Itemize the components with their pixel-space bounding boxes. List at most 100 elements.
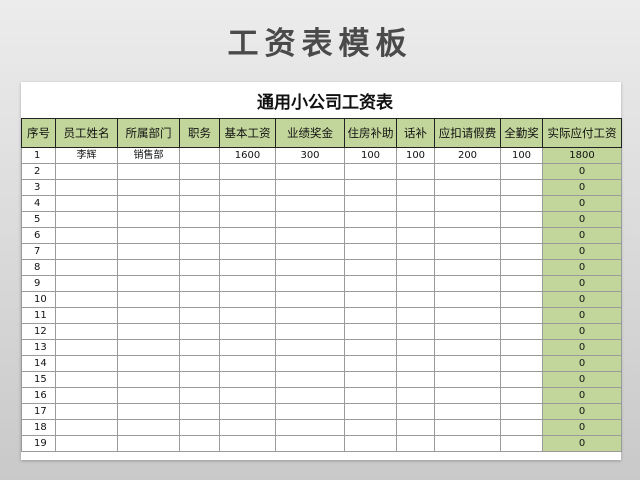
table-cell[interactable] bbox=[500, 387, 543, 404]
total-pay-cell[interactable]: 0 bbox=[542, 179, 622, 196]
table-cell[interactable] bbox=[219, 323, 276, 340]
table-cell[interactable] bbox=[117, 403, 180, 420]
table-cell[interactable] bbox=[396, 275, 435, 292]
table-cell[interactable] bbox=[500, 323, 543, 340]
table-cell[interactable] bbox=[55, 387, 118, 404]
table-cell[interactable] bbox=[55, 195, 118, 212]
table-cell[interactable] bbox=[55, 179, 118, 196]
table-cell[interactable] bbox=[117, 387, 180, 404]
table-cell[interactable] bbox=[434, 323, 501, 340]
table-cell[interactable] bbox=[434, 339, 501, 356]
table-cell[interactable] bbox=[117, 355, 180, 372]
table-cell[interactable] bbox=[219, 339, 276, 356]
table-cell[interactable] bbox=[396, 371, 435, 388]
table-cell[interactable] bbox=[179, 243, 220, 260]
row-number-cell[interactable]: 15 bbox=[21, 371, 56, 388]
table-cell[interactable] bbox=[219, 243, 276, 260]
table-cell[interactable] bbox=[344, 275, 397, 292]
table-cell[interactable] bbox=[396, 211, 435, 228]
total-pay-cell[interactable]: 0 bbox=[542, 323, 622, 340]
table-cell[interactable] bbox=[344, 163, 397, 180]
total-pay-cell[interactable]: 0 bbox=[542, 419, 622, 436]
table-cell[interactable] bbox=[344, 307, 397, 324]
total-pay-cell[interactable]: 0 bbox=[542, 275, 622, 292]
table-cell[interactable] bbox=[434, 435, 501, 452]
table-cell[interactable] bbox=[117, 435, 180, 452]
total-pay-cell[interactable]: 0 bbox=[542, 227, 622, 244]
row-number-cell[interactable]: 13 bbox=[21, 339, 56, 356]
table-cell[interactable] bbox=[344, 339, 397, 356]
table-cell[interactable] bbox=[179, 307, 220, 324]
row-number-cell[interactable]: 9 bbox=[21, 275, 56, 292]
table-cell[interactable] bbox=[55, 275, 118, 292]
table-cell[interactable] bbox=[396, 435, 435, 452]
table-cell[interactable] bbox=[275, 371, 345, 388]
table-cell[interactable] bbox=[179, 195, 220, 212]
table-cell[interactable] bbox=[55, 355, 118, 372]
table-cell[interactable] bbox=[55, 419, 118, 436]
total-pay-cell[interactable]: 0 bbox=[542, 163, 622, 180]
table-cell[interactable] bbox=[179, 355, 220, 372]
table-cell[interactable] bbox=[219, 435, 276, 452]
column-header[interactable]: 实际应付工资 bbox=[542, 118, 622, 148]
column-header[interactable]: 序号 bbox=[21, 118, 56, 148]
table-cell[interactable] bbox=[344, 211, 397, 228]
table-cell[interactable] bbox=[344, 227, 397, 244]
table-cell[interactable] bbox=[500, 355, 543, 372]
table-cell[interactable]: 李辉 bbox=[55, 147, 118, 164]
table-cell[interactable] bbox=[117, 243, 180, 260]
table-cell[interactable] bbox=[344, 243, 397, 260]
table-cell[interactable]: 100 bbox=[396, 147, 435, 164]
table-cell[interactable] bbox=[179, 403, 220, 420]
table-cell[interactable] bbox=[219, 163, 276, 180]
table-cell[interactable] bbox=[434, 259, 501, 276]
row-number-cell[interactable]: 18 bbox=[21, 419, 56, 436]
table-cell[interactable] bbox=[117, 163, 180, 180]
table-cell[interactable] bbox=[396, 259, 435, 276]
table-cell[interactable] bbox=[344, 323, 397, 340]
total-pay-cell[interactable]: 0 bbox=[542, 435, 622, 452]
table-cell[interactable]: 200 bbox=[434, 147, 501, 164]
table-cell[interactable] bbox=[55, 243, 118, 260]
table-cell[interactable] bbox=[117, 371, 180, 388]
table-cell[interactable] bbox=[219, 195, 276, 212]
table-cell[interactable] bbox=[55, 291, 118, 308]
column-header[interactable]: 住房补助 bbox=[344, 118, 397, 148]
table-cell[interactable] bbox=[500, 227, 543, 244]
table-cell[interactable] bbox=[55, 259, 118, 276]
table-cell[interactable] bbox=[434, 291, 501, 308]
table-cell[interactable] bbox=[500, 419, 543, 436]
table-cell[interactable] bbox=[55, 227, 118, 244]
table-cell[interactable] bbox=[434, 307, 501, 324]
table-cell[interactable] bbox=[179, 227, 220, 244]
table-cell[interactable] bbox=[344, 259, 397, 276]
table-cell[interactable] bbox=[434, 371, 501, 388]
row-number-cell[interactable]: 3 bbox=[21, 179, 56, 196]
table-cell[interactable] bbox=[275, 243, 345, 260]
row-number-cell[interactable]: 14 bbox=[21, 355, 56, 372]
table-cell[interactable] bbox=[500, 307, 543, 324]
table-cell[interactable] bbox=[344, 419, 397, 436]
table-cell[interactable] bbox=[344, 179, 397, 196]
table-cell[interactable] bbox=[275, 195, 345, 212]
total-pay-cell[interactable]: 0 bbox=[542, 307, 622, 324]
column-header[interactable]: 应扣请假费 bbox=[434, 118, 501, 148]
table-cell[interactable] bbox=[55, 339, 118, 356]
table-cell[interactable] bbox=[434, 211, 501, 228]
table-cell[interactable] bbox=[219, 419, 276, 436]
table-cell[interactable] bbox=[55, 403, 118, 420]
table-cell[interactable] bbox=[396, 387, 435, 404]
table-cell[interactable] bbox=[117, 307, 180, 324]
row-number-cell[interactable]: 1 bbox=[21, 147, 56, 164]
table-cell[interactable] bbox=[179, 419, 220, 436]
column-header[interactable]: 全勤奖 bbox=[500, 118, 543, 148]
table-cell[interactable] bbox=[117, 259, 180, 276]
total-pay-cell[interactable]: 0 bbox=[542, 371, 622, 388]
table-cell[interactable] bbox=[55, 323, 118, 340]
total-pay-cell[interactable]: 0 bbox=[542, 195, 622, 212]
table-cell[interactable]: 100 bbox=[500, 147, 543, 164]
table-cell[interactable] bbox=[117, 227, 180, 244]
table-cell[interactable] bbox=[275, 179, 345, 196]
table-cell[interactable] bbox=[396, 355, 435, 372]
row-number-cell[interactable]: 10 bbox=[21, 291, 56, 308]
